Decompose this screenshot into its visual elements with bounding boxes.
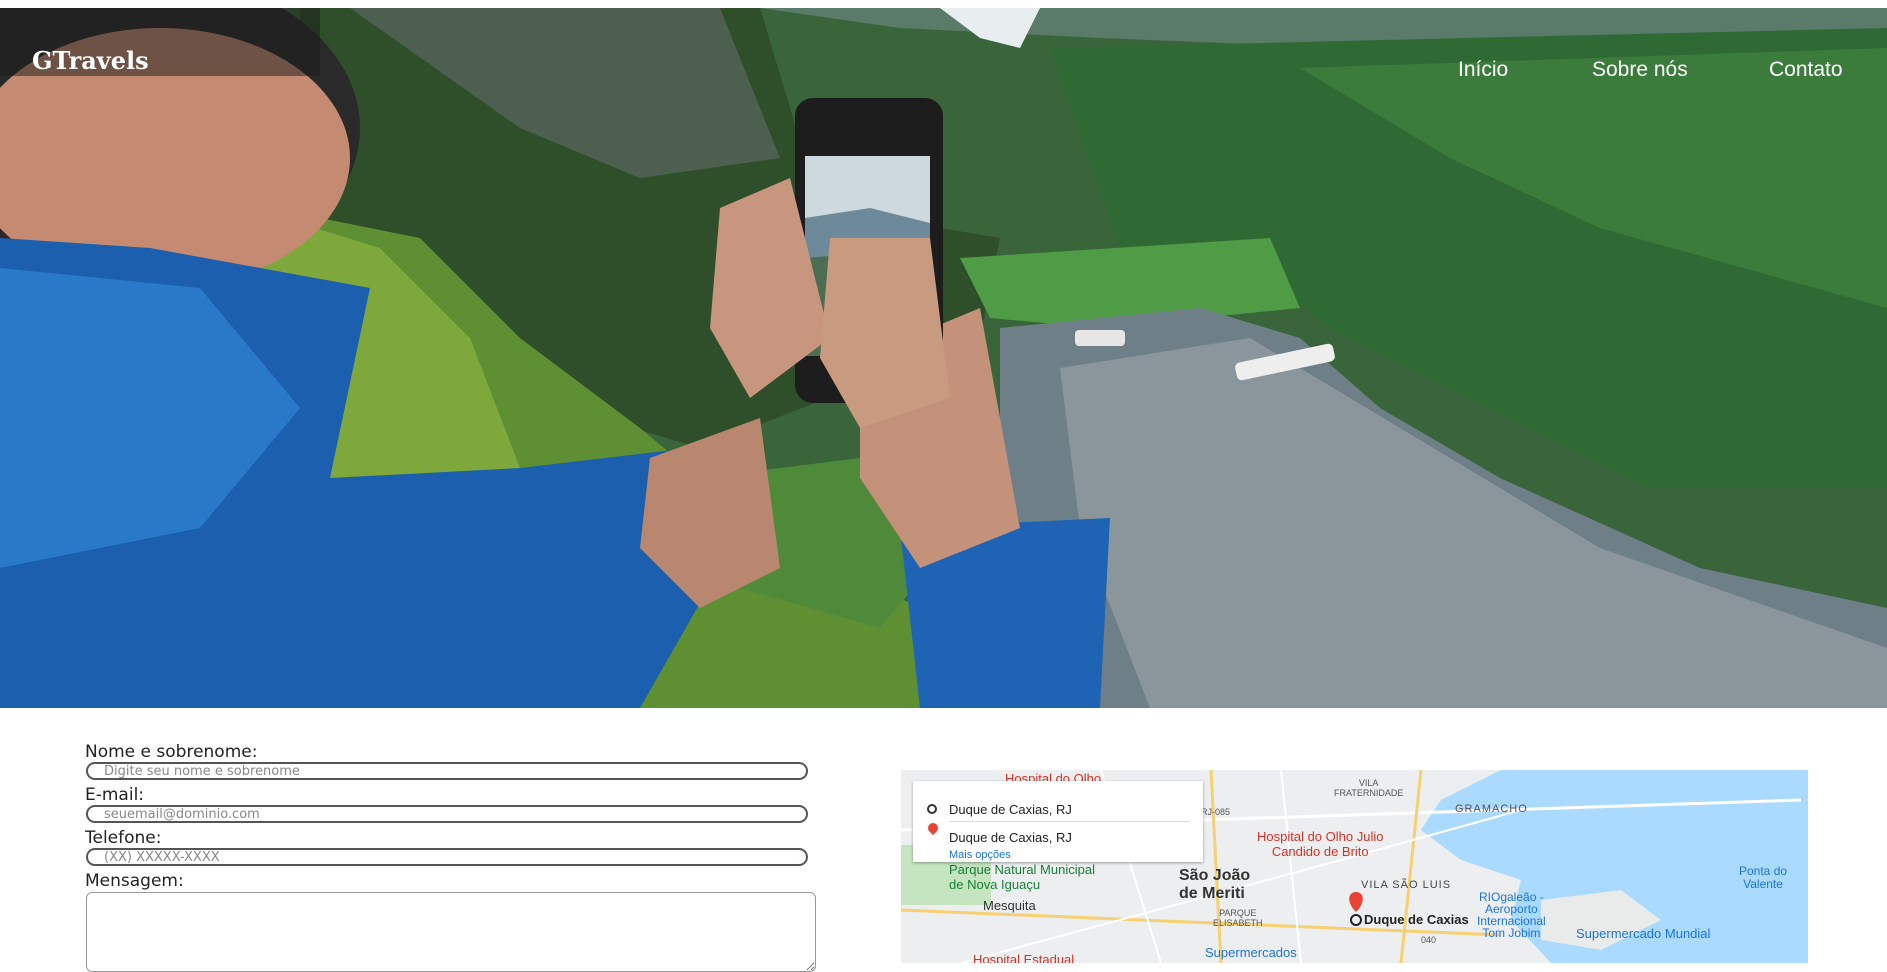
map-label-rio-galeao: RIOgaleão - Aeroporto Internacional Tom … [1477, 890, 1546, 940]
more-options-link[interactable]: Mais opções [949, 849, 1011, 861]
map-label-supermercados: Supermercados [1205, 945, 1297, 960]
map-label-supermercado-mundial: Supermercado Mundial [1576, 926, 1711, 941]
message-label: Mensagem: [85, 871, 184, 891]
map-label-hospital-estadual: Hospital Estadual [973, 952, 1075, 963]
nav-contato[interactable]: Contato [1769, 58, 1843, 82]
map-label-ponta-valente: Ponta do Valente [1739, 864, 1788, 891]
map-label-hospital-olho: Hospital do Olho Julio Candido de Brito [1257, 829, 1384, 859]
message-textarea[interactable] [86, 892, 816, 972]
map-label-sao-joao: São João de Meriti [1179, 867, 1251, 902]
name-input[interactable] [86, 762, 808, 780]
directions-destination: Duque de Caxias, RJ [949, 830, 1072, 845]
map-label-rj085: RJ-085 [1201, 807, 1231, 817]
origin-circle-icon [927, 804, 937, 814]
hero-photo [0, 8, 1887, 708]
map-label-vila-fraternidade: VILA FRATERNIDADE [1334, 778, 1404, 798]
map-embed[interactable]: Hospital do Olho VILA FRATERNIDADE RJ-08… [901, 770, 1808, 963]
brand-logo[interactable]: GTravels [32, 46, 149, 75]
email-label: E-mail: [85, 785, 145, 805]
nav-sobre-nos[interactable]: Sobre nós [1592, 58, 1688, 82]
map-label-duque-caxias: Duque de Caxias [1364, 912, 1469, 927]
hero-banner: GTravels Início Sobre nós Contato [0, 8, 1887, 708]
phone-label: Telefone: [85, 828, 162, 848]
email-input[interactable] [86, 805, 808, 823]
map-label-br040: 040 [1421, 935, 1437, 945]
destination-pin-icon [925, 820, 941, 836]
directions-origin: Duque de Caxias, RJ [949, 802, 1072, 817]
directions-card: Duque de Caxias, RJ Duque de Caxias, RJ … [913, 781, 1203, 862]
map-label-gramacho: GRAMACHO [1455, 803, 1528, 815]
name-label: Nome e sobrenome: [85, 742, 258, 762]
map-label-vila-sao-luis: VILA SÃO LUIS [1361, 879, 1452, 891]
map-label-parque-elisabeth: PARQUE ELISABETH [1213, 908, 1263, 928]
nav-inicio[interactable]: Início [1458, 58, 1508, 82]
map-label-mesquita: Mesquita [983, 898, 1036, 913]
phone-input[interactable] [86, 848, 808, 866]
map-label-parque-natural: Parque Natural Municipal de Nova Iguaçu [949, 862, 1095, 892]
directions-divider [949, 821, 1189, 822]
